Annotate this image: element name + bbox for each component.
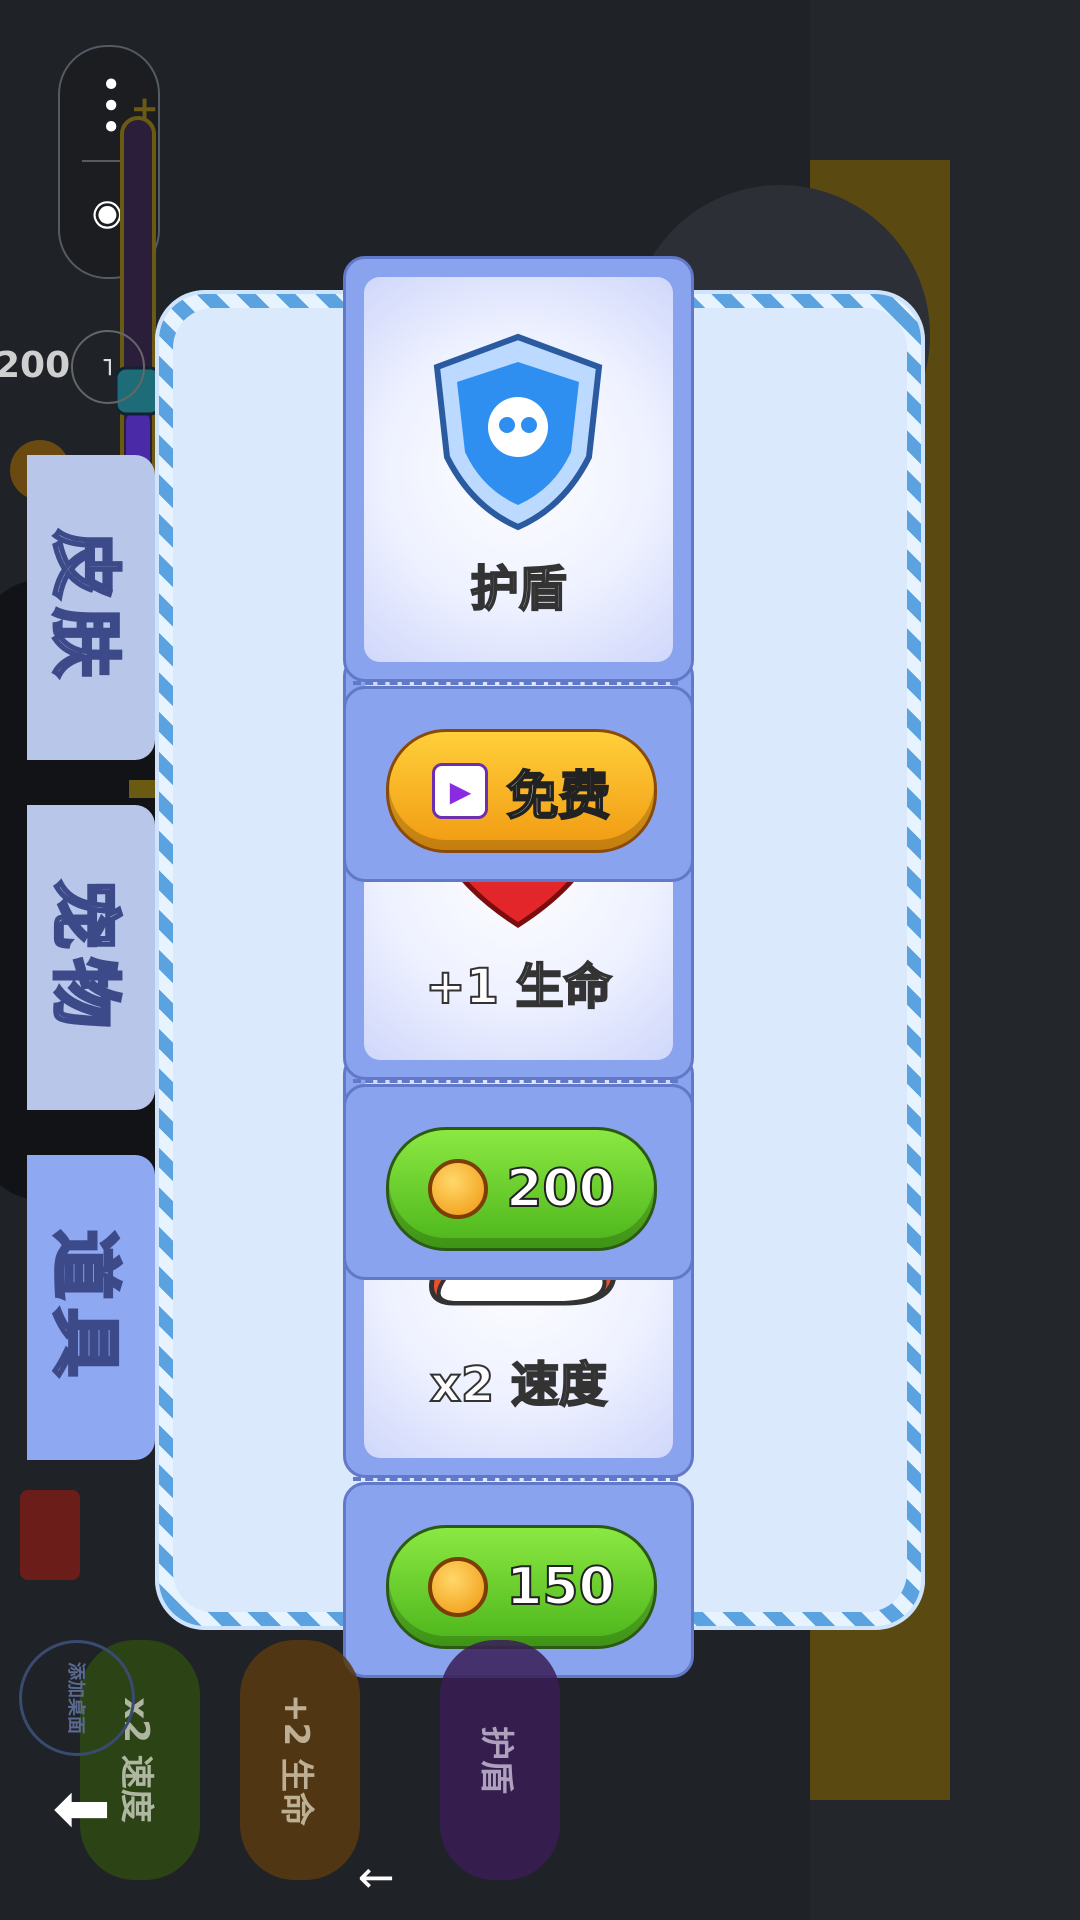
item-card-shield[interactable]: 护盾 ▶ 免费 [343,256,694,882]
collapse-arrow-icon[interactable]: ↓ [349,1860,400,1897]
item-buy-area: 200 [343,1084,694,1280]
item-label-shield: 护盾 [469,560,567,618]
price-speed: 150 [505,1556,616,1618]
powerup-shield-button[interactable]: 护盾 [440,1640,560,1880]
item-card-top: 护盾 [343,256,694,682]
tab-items-label: 道具 [43,1228,128,1387]
volume-plus-icon[interactable]: + [125,95,165,125]
add-to-desktop-button[interactable]: 添加桌面 [19,1640,135,1756]
tab-skins-label: 皮肤 [43,528,128,687]
powerup-life-button[interactable]: +2 生命 [240,1640,360,1880]
video-play-icon: ▶ [432,763,489,819]
coin-icon [428,1557,489,1617]
watch-ad-shield-button[interactable]: ▶ 免费 [386,729,657,853]
item-label-speed: x2 速度 [429,1356,608,1414]
tab-pets-label: 宠物 [43,878,128,1037]
buy-speed-button[interactable]: 150 [386,1525,657,1649]
buy-life-button[interactable]: 200 [386,1127,657,1251]
card-divider [353,1079,678,1083]
background-logo [20,1490,80,1580]
card-divider [353,1477,678,1481]
tab-skins[interactable]: 皮肤 [27,455,155,760]
score-value: 200 [0,345,71,386]
game-screen: ••• ◉ + ⌐ 200 道具 宠物 皮肤 x2 速度 150 +1 生命 2… [0,0,1080,1920]
volume-minus-icon[interactable] [129,780,155,798]
powerup-life-label: +2 生命 [276,1694,317,1826]
timer-ring-icon: ⌐ [71,330,145,404]
powerup-shield-label: 护盾 [476,1726,517,1794]
tab-items[interactable]: 道具 [27,1155,155,1460]
tab-pets[interactable]: 宠物 [27,805,155,1110]
shield-icon [433,333,603,531]
card-divider [353,681,678,685]
add-to-desktop-label: 添加桌面 [65,1662,86,1734]
coin-icon [428,1159,489,1219]
item-label-life: +1 生命 [424,958,612,1016]
down-arrow-icon[interactable]: ⬇ [39,1770,121,1850]
price-life: 200 [505,1158,616,1220]
item-buy-area: ▶ 免费 [343,686,694,882]
price-shield: 免费 [505,766,611,828]
